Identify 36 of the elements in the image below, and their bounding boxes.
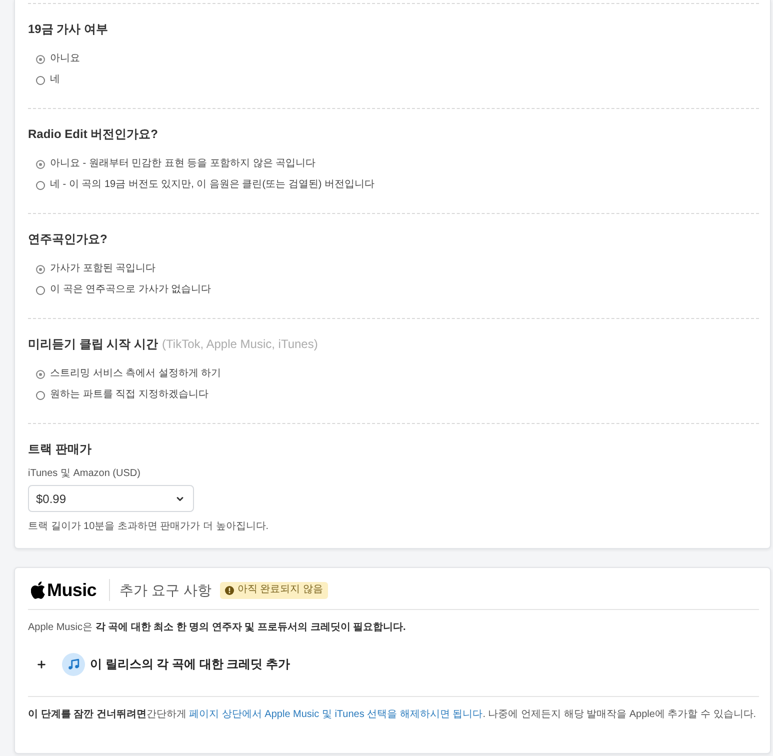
section-title: Radio Edit 버전인가요? [28,126,158,142]
badge-label: 아직 완료되지 않음 [237,584,323,596]
radio-button[interactable] [36,180,45,190]
radio-button[interactable] [36,390,45,400]
apple-logo-icon [31,581,46,599]
option-label: 스트리밍 서비스 측에서 설정하게 하기 [50,367,222,381]
field-label: iTunes 및 Amazon (USD) [28,468,140,480]
radio-button[interactable] [36,160,45,168]
radio-button[interactable] [36,286,45,294]
section-title: 미리듣기 클립 시작 시간 [28,336,158,352]
option-label: 네 - 이 곡의 19금 버전도 있지만, 이 음원은 클린(또는 검열된) 버전입니다 [50,178,374,192]
radio-button[interactable] [36,370,45,378]
price-select[interactable]: $0.99 [28,485,194,512]
plus-icon [36,658,47,670]
radio-button[interactable] [36,264,45,274]
section-title: 19금 가사 여부 [28,21,108,37]
option-label: 아니요 [50,52,80,66]
deselect-link[interactable]: 페이지 상단에서 Apple Music 및 iTunes 선택을 해제하시면 됩니다 [189,709,483,720]
option-label: 원하는 파트를 직접 지정하겠습니다 [50,388,208,402]
music-note-icon [62,652,85,676]
add-credit-button[interactable]: 이 릴리스의 각 곡에 대한 크레딧 추가 [28,652,294,676]
radio-button[interactable] [36,54,45,64]
skip-note: 이 단계를 잠깐 건너뛰려면간단하게 페이지 상단에서 Apple Music 및 iTunes 선택을 해제하시면 됩니다. 나중에 언제든지 해당 발매작을 Apple에 추가할 수 있습니다. [28,709,756,721]
section-title: 추가 요구 사항 [120,581,212,599]
section-title: 연주곡인가요? [28,231,108,247]
hint-text: 트랙 길이가 10분을 초과하면 판매가가 더 높아집니다. [28,521,269,533]
warning-icon [225,586,234,594]
option-label: 가사가 포함된 곡입니다 [50,262,156,276]
requirement-text: Apple Music은 각 곡에 대한 최소 한 명의 연주자 및 프로듀서의 크레딧이 필요합니다. [28,622,406,634]
section-title: 트랙 판매가 [28,441,92,457]
radio-button[interactable] [36,76,45,84]
section-note: (TikTok, Apple Music, iTunes) [162,336,318,352]
option-label: 네 [50,73,60,87]
logo-wordmark: Music [47,579,97,601]
option-label: 아니요 - 원래부터 민감한 표현 등을 포함하지 않은 곡입니다 [50,157,316,171]
option-label: 이 곡은 연주곡으로 가사가 없습니다 [50,283,212,297]
